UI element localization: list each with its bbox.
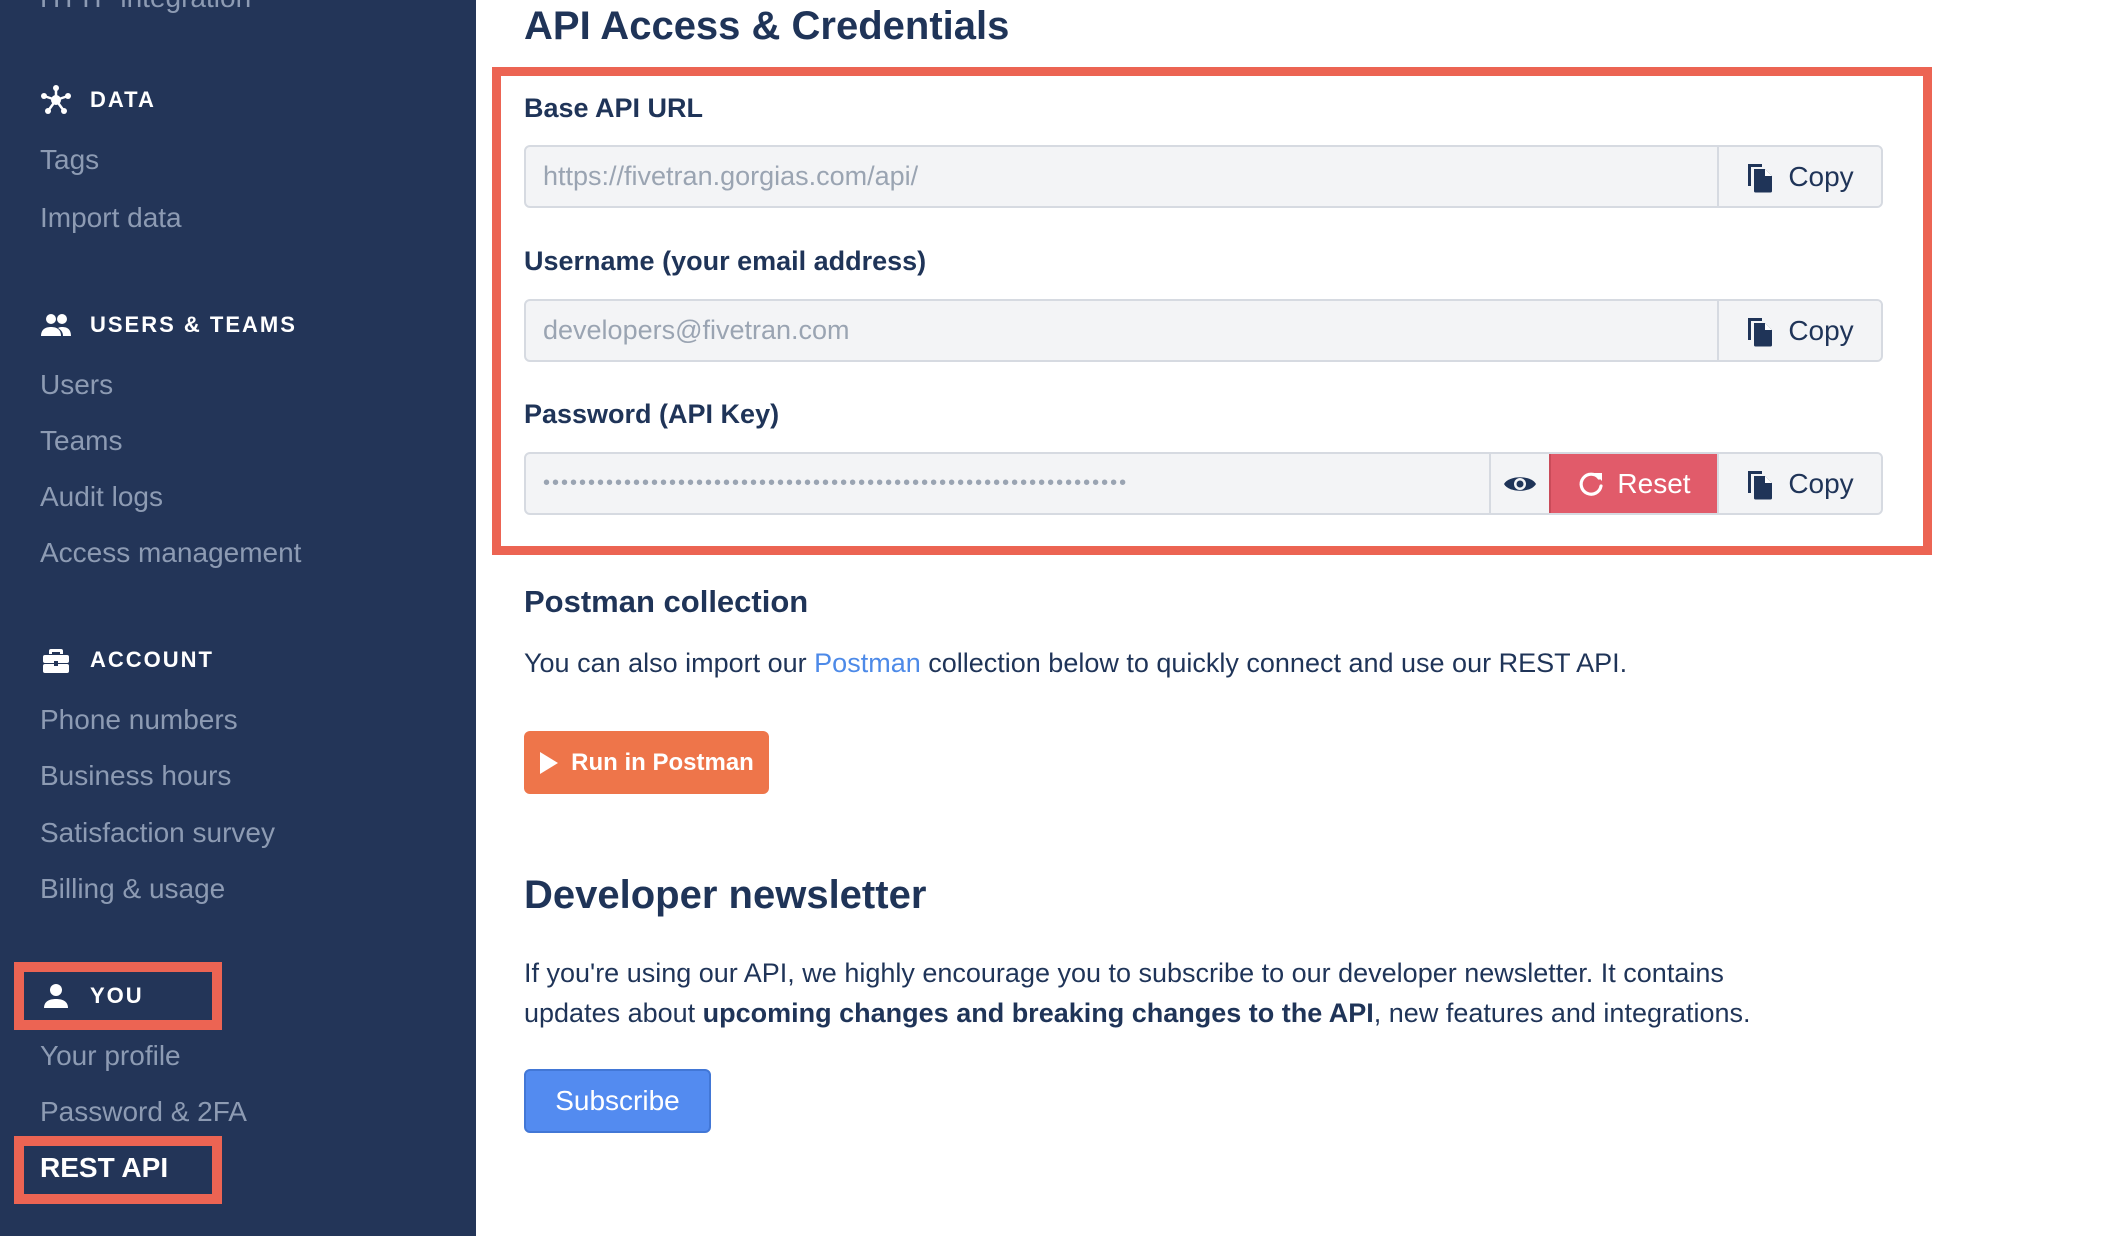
username-label: Username (your email address) — [524, 246, 927, 276]
sidebar-item-teams[interactable]: Teams — [40, 421, 122, 461]
base-url-label: Base API URL — [524, 93, 704, 123]
briefcase-icon — [43, 649, 69, 673]
base-url-input[interactable]: https://fivetran.gorgias.com/api/ — [526, 147, 1717, 206]
password-label: Password (API Key) — [524, 399, 780, 429]
sidebar-item-business-hours[interactable]: Business hours — [40, 756, 231, 796]
data-network-icon — [41, 85, 71, 114]
sidebar-section-title: YOU — [90, 983, 144, 1008]
sidebar-section-account: ACCOUNT — [40, 640, 214, 680]
sidebar: HTTP integration DATA Tags Import data U… — [0, 0, 476, 1236]
copy-label: Copy — [1788, 160, 1854, 192]
newsletter-bold-text: upcoming changes and breaking changes to… — [702, 998, 1374, 1028]
newsletter-line-2: updates about upcoming changes and break… — [524, 993, 1751, 1033]
sidebar-item-billing-usage[interactable]: Billing & usage — [40, 869, 225, 909]
api-key-input[interactable]: ••••••••••••••••••••••••••••••••••••••••… — [526, 454, 1489, 513]
base-url-field-group: https://fivetran.gorgias.com/api/ Copy — [524, 145, 1883, 208]
refresh-icon — [1580, 472, 1604, 496]
sidebar-item-phone-numbers[interactable]: Phone numbers — [40, 700, 238, 740]
copy-label: Copy — [1788, 314, 1854, 346]
username-input[interactable]: developers@fivetran.com — [526, 301, 1717, 360]
sidebar-item-tags[interactable]: Tags — [40, 140, 99, 180]
copy-icon — [1748, 163, 1773, 192]
copy-icon — [1748, 317, 1773, 346]
eye-icon — [1504, 476, 1536, 491]
newsletter-line-1: If you're using our API, we highly encou… — [524, 958, 1724, 988]
sidebar-section-users-teams: USERS & TEAMS — [40, 305, 297, 345]
newsletter-title: Developer newsletter — [524, 873, 927, 917]
sidebar-section-title: USERS & TEAMS — [90, 312, 297, 337]
password-field-group: ••••••••••••••••••••••••••••••••••••••••… — [524, 452, 1883, 515]
sidebar-item-satisfaction-survey[interactable]: Satisfaction survey — [40, 813, 275, 853]
show-password-button[interactable] — [1489, 454, 1549, 513]
sidebar-section-title: ACCOUNT — [90, 647, 214, 672]
copy-label: Copy — [1788, 467, 1854, 499]
sidebar-item-your-profile[interactable]: Your profile — [40, 1036, 181, 1076]
sidebar-item-password-2fa[interactable]: Password & 2FA — [40, 1092, 247, 1132]
play-icon — [540, 751, 559, 774]
person-icon — [44, 984, 68, 1008]
postman-text-before: You can also import our — [524, 648, 815, 678]
copy-api-key-button[interactable]: Copy — [1717, 454, 1881, 513]
subscribe-button[interactable]: Subscribe — [524, 1069, 711, 1133]
sidebar-item-users[interactable]: Users — [40, 365, 113, 405]
username-field-group: developers@fivetran.com Copy — [524, 299, 1883, 362]
sidebar-item-access-management[interactable]: Access management — [40, 533, 301, 573]
sidebar-item-http-integration[interactable]: HTTP integration — [40, 0, 251, 18]
copy-username-button[interactable]: Copy — [1717, 301, 1881, 360]
reset-label: Reset — [1617, 467, 1691, 499]
run-in-postman-label: Run in Postman — [571, 748, 754, 776]
copy-icon — [1748, 470, 1773, 499]
sidebar-section-title: DATA — [90, 87, 156, 112]
postman-section-title: Postman collection — [524, 584, 809, 619]
postman-description: You can also import our Postman collecti… — [524, 643, 1627, 683]
copy-base-url-button[interactable]: Copy — [1717, 147, 1881, 206]
page-title: API Access & Credentials — [524, 4, 1010, 48]
postman-text-after: collection below to quickly connect and … — [920, 648, 1628, 678]
sidebar-item-rest-api[interactable]: REST API — [40, 1148, 168, 1188]
sidebar-section-you: YOU — [40, 976, 144, 1016]
sidebar-item-import-data[interactable]: Import data — [40, 198, 182, 238]
postman-link[interactable]: Postman — [814, 648, 921, 678]
newsletter-text: updates about — [524, 998, 703, 1028]
run-in-postman-button[interactable]: Run in Postman — [524, 731, 769, 794]
reset-api-key-button[interactable]: Reset — [1549, 454, 1717, 513]
users-icon — [41, 314, 71, 336]
newsletter-text: , new features and integrations. — [1373, 998, 1751, 1028]
sidebar-item-audit-logs[interactable]: Audit logs — [40, 477, 163, 517]
sidebar-section-data: DATA — [40, 80, 156, 120]
